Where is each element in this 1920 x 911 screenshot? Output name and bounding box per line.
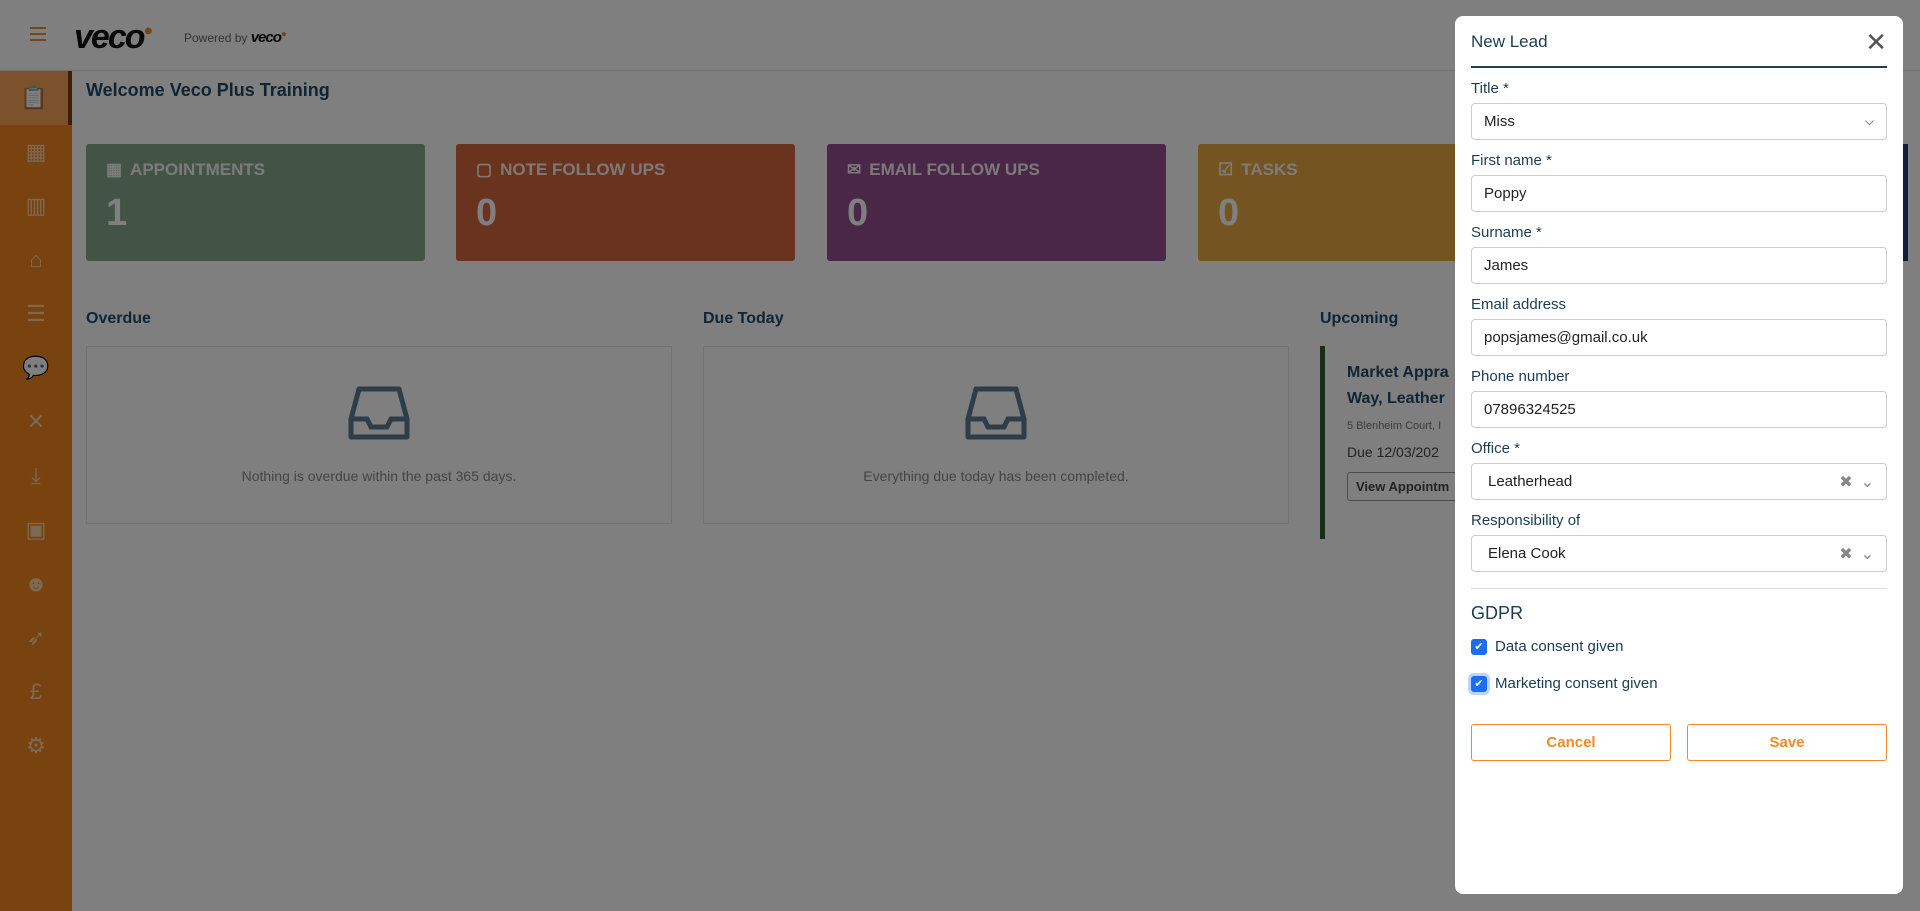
clear-icon[interactable]: ✖ [1839,544,1852,564]
email-field: Email address popsjames@gmail.co.uk [1471,296,1887,356]
marketing-consent-checkbox[interactable]: ✔ Marketing consent given [1471,675,1887,692]
save-button[interactable]: Save [1687,724,1887,761]
checkbox-checked-icon[interactable]: ✔ [1471,675,1487,692]
title-label: Title * [1471,80,1509,97]
responsibility-value: Elena Cook [1488,545,1566,562]
data-consent-checkbox[interactable]: ✔ Data consent given [1471,638,1887,655]
first-name-input[interactable]: Poppy [1471,175,1887,212]
first-name-label: First name * [1471,152,1552,169]
dialog-header: New Lead ✕ [1471,16,1887,68]
gdpr-heading: GDPR [1471,603,1524,623]
new-lead-dialog: New Lead ✕ Title * Miss ⌵ First name * Po… [1455,16,1903,894]
phone-input[interactable]: 07896324525 [1471,391,1887,428]
chevron-down-icon: ⌵ [1864,114,1874,128]
title-select[interactable]: Miss ⌵ [1471,103,1887,140]
phone-field: Phone number 07896324525 [1471,368,1887,428]
divider [1471,588,1887,589]
responsibility-label: Responsibility of [1471,512,1581,529]
clear-icon[interactable]: ✖ [1839,472,1852,492]
dialog-actions: Cancel Save [1471,724,1887,761]
email-input[interactable]: popsjames@gmail.co.uk [1471,319,1887,356]
dialog-title: New Lead [1471,32,1548,51]
office-value: Leatherhead [1488,473,1573,490]
chevron-down-icon[interactable]: ⌄ [1861,472,1874,492]
office-label: Office * [1471,440,1520,457]
office-field: Office * Leatherhead ✖ ⌄ [1471,440,1887,500]
checkbox-checked-icon[interactable]: ✔ [1471,638,1487,655]
surname-label: Surname * [1471,224,1542,241]
title-field: Title * Miss ⌵ [1471,80,1887,140]
cancel-button[interactable]: Cancel [1471,724,1671,761]
office-select[interactable]: Leatherhead ✖ ⌄ [1471,463,1887,500]
phone-label: Phone number [1471,368,1570,385]
first-name-field: First name * Poppy [1471,152,1887,212]
marketing-consent-label: Marketing consent given [1495,675,1658,692]
surname-field: Surname * James [1471,224,1887,284]
data-consent-label: Data consent given [1495,638,1624,655]
responsibility-field: Responsibility of Elena Cook ✖ ⌄ [1471,512,1887,572]
chevron-down-icon[interactable]: ⌄ [1861,544,1874,564]
email-label: Email address [1471,296,1567,313]
surname-input[interactable]: James [1471,247,1887,284]
close-icon[interactable]: ✕ [1865,29,1887,55]
responsibility-select[interactable]: Elena Cook ✖ ⌄ [1471,535,1887,572]
title-value: Miss [1484,113,1515,130]
